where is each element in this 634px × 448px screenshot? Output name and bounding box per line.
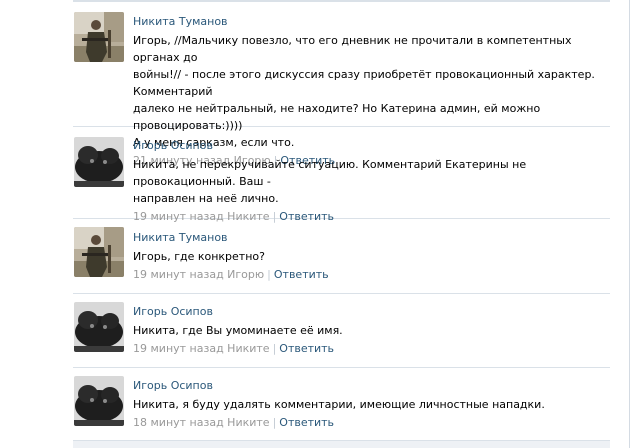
soldier-photo-icon — [74, 12, 124, 62]
meta-separator: | — [272, 342, 277, 355]
reply-link[interactable]: Ответить — [274, 268, 329, 281]
comment-item: Никита Туманов Игорь, где конкретно? 19 … — [73, 219, 610, 294]
meta-separator: | — [272, 416, 277, 429]
reply-link[interactable]: Ответить — [279, 342, 334, 355]
comment-author-link[interactable]: Никита Туманов — [133, 231, 610, 245]
dark-rodent-photo-icon — [74, 137, 124, 187]
comment-text-line: Игорь, //Мальчику повезло, что его дневн… — [133, 34, 572, 64]
comment-text-line: Игорь, где конкретно? — [133, 250, 265, 263]
comment-meta: 19 минут назад Никите | Ответить — [133, 342, 610, 356]
avatar[interactable] — [74, 227, 124, 277]
bottom-bar — [73, 440, 610, 448]
comment-timestamp[interactable]: 19 минут назад Игорю — [133, 268, 264, 281]
comment-meta: 19 минут назад Игорю | Ответить — [133, 268, 610, 282]
avatar[interactable] — [74, 12, 124, 62]
comment-text-line: Никита, где Вы умоминаете её имя. — [133, 324, 343, 337]
comment-text-line: войны!// - после этого дискуссия сразу п… — [133, 68, 595, 98]
comment-author-link[interactable]: Игорь Осипов — [133, 379, 610, 393]
comment-author-link[interactable]: Игорь Осипов — [133, 305, 610, 319]
comment-author-link[interactable]: Никита Туманов — [133, 15, 610, 29]
comment-item: Игорь Осипов Никита, где Вы умоминаете е… — [73, 294, 610, 368]
dark-rodent-photo-icon — [74, 376, 124, 426]
comment-feed: Никита Туманов Игорь, //Мальчику повезло… — [73, 0, 610, 440]
comment-text-line: Никита, я буду удалять комментарии, имею… — [133, 398, 545, 411]
avatar[interactable] — [74, 302, 124, 352]
comment-text-line: направлен на неё лично. — [133, 192, 279, 205]
avatar[interactable] — [74, 137, 124, 187]
comment-text: Никита, я буду удалять комментарии, имею… — [133, 396, 610, 413]
dark-rodent-photo-icon — [74, 302, 124, 352]
comment-timestamp[interactable]: 18 минут назад Никите — [133, 416, 270, 429]
comment-text: Никита, не перекручивайте ситуацию. Комм… — [133, 156, 610, 207]
comment-timestamp[interactable]: 19 минут назад Никите — [133, 342, 270, 355]
comment-item: Никита Туманов Игорь, //Мальчику повезло… — [73, 0, 610, 167]
meta-separator: | — [267, 268, 271, 281]
comment-item: Игорь Осипов Никита, я буду удалять комм… — [73, 368, 610, 440]
soldier-photo-icon — [74, 227, 124, 277]
comments-page: Никита Туманов Игорь, //Мальчику повезло… — [0, 0, 634, 448]
right-border — [629, 0, 630, 448]
comment-item: Игорь Осипов Никита, не перекручивайте с… — [73, 127, 610, 223]
comment-author-link[interactable]: Игорь Осипов — [133, 139, 610, 153]
comment-text: Никита, где Вы умоминаете её имя. — [133, 322, 610, 339]
avatar[interactable] — [74, 376, 124, 426]
comment-text: Игорь, где конкретно? — [133, 248, 610, 265]
reply-link[interactable]: Ответить — [279, 416, 334, 429]
comment-meta: 18 минут назад Никите | Ответить — [133, 416, 610, 430]
comment-text-line: Никита, не перекручивайте ситуацию. Комм… — [133, 158, 527, 188]
